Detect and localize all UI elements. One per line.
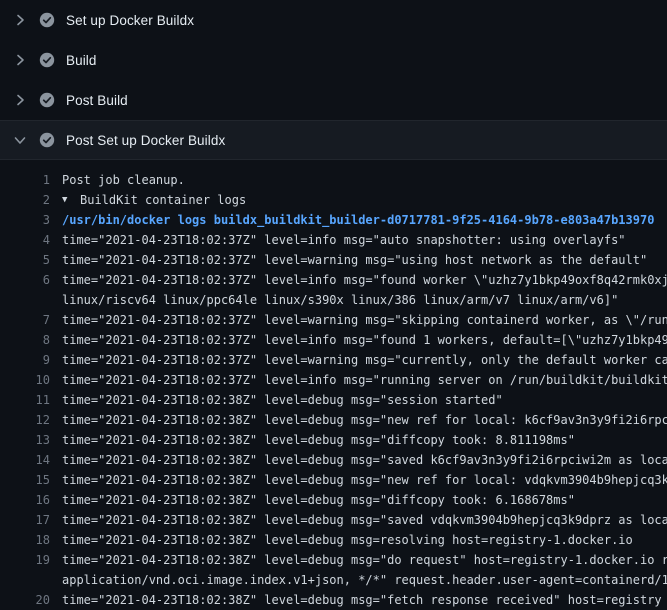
log-line: 20 time="2021-04-23T18:02:38Z" level=deb…: [0, 590, 667, 610]
log-line-text: time="2021-04-23T18:02:38Z" level=debug …: [62, 530, 633, 550]
log-line: 17 time="2021-04-23T18:02:38Z" level=deb…: [0, 510, 667, 530]
group-toggle-icon[interactable]: ▼: [62, 190, 74, 210]
log-line-text: time="2021-04-23T18:02:37Z" level=info m…: [62, 230, 626, 250]
log-line-number: [0, 290, 50, 310]
log-line-text: time="2021-04-23T18:02:37Z" level=info m…: [62, 270, 667, 290]
check-circle-icon: [39, 92, 55, 108]
log-line: 16 time="2021-04-23T18:02:38Z" level=deb…: [0, 490, 667, 510]
log-line: 11 time="2021-04-23T18:02:38Z" level=deb…: [0, 390, 667, 410]
log-line-number[interactable]: 17: [0, 510, 50, 530]
step-title: Build: [66, 53, 97, 68]
log-line-text: time="2021-04-23T18:02:38Z" level=debug …: [62, 470, 667, 490]
step-header-post-build[interactable]: Post Build: [0, 80, 667, 120]
log-line-number[interactable]: 13: [0, 430, 50, 450]
step-header-build[interactable]: Build: [0, 40, 667, 80]
log-line-text: time="2021-04-23T18:02:38Z" level=debug …: [62, 510, 667, 530]
log-line: 18 time="2021-04-23T18:02:38Z" level=deb…: [0, 530, 667, 550]
log-line-number[interactable]: 15: [0, 470, 50, 490]
log-line-number[interactable]: 5: [0, 250, 50, 270]
check-circle-icon: [39, 12, 55, 28]
log-line-number[interactable]: 16: [0, 490, 50, 510]
log-line-number[interactable]: 7: [0, 310, 50, 330]
log-line-text: /usr/bin/docker logs buildx_buildkit_bui…: [62, 210, 654, 230]
log-line-text: time="2021-04-23T18:02:37Z" level=warnin…: [62, 310, 667, 330]
log-line-continuation: application/vnd.oci.image.index.v1+json,…: [0, 570, 667, 590]
log-line-text: time="2021-04-23T18:02:38Z" level=debug …: [62, 450, 667, 470]
step-title: Post Set up Docker Buildx: [66, 133, 225, 148]
log-line-text: time="2021-04-23T18:02:38Z" level=debug …: [62, 550, 667, 570]
log-line-text: time="2021-04-23T18:02:37Z" level=warnin…: [62, 350, 667, 370]
log-line-number[interactable]: 10: [0, 370, 50, 390]
log-line: 5 time="2021-04-23T18:02:37Z" level=warn…: [0, 250, 667, 270]
log-line-text: linux/riscv64 linux/ppc64le linux/s390x …: [62, 290, 618, 310]
log-line: 4 time="2021-04-23T18:02:37Z" level=info…: [0, 230, 667, 250]
log-line-number[interactable]: 18: [0, 530, 50, 550]
log-line: 13 time="2021-04-23T18:02:38Z" level=deb…: [0, 430, 667, 450]
check-circle-icon: [39, 52, 55, 68]
log-viewer: 1 Post job cleanup. 2 ▼ BuildKit containe…: [0, 160, 667, 610]
log-line-number[interactable]: 12: [0, 410, 50, 430]
log-line-number[interactable]: 3: [0, 210, 50, 230]
chevron-right-icon: [12, 12, 28, 28]
log-line-text: BuildKit container logs: [80, 190, 246, 210]
log-line: 15 time="2021-04-23T18:02:38Z" level=deb…: [0, 470, 667, 490]
log-line-text: time="2021-04-23T18:02:37Z" level=info m…: [62, 370, 667, 390]
log-line-text: time="2021-04-23T18:02:38Z" level=debug …: [62, 490, 575, 510]
log-line-text: time="2021-04-23T18:02:38Z" level=debug …: [62, 390, 503, 410]
log-line-number[interactable]: 14: [0, 450, 50, 470]
log-line-number[interactable]: 11: [0, 390, 50, 410]
step-title: Set up Docker Buildx: [66, 13, 194, 28]
log-line-number[interactable]: 4: [0, 230, 50, 250]
log-line-number[interactable]: 6: [0, 270, 50, 290]
step-header-set-up-docker-buildx[interactable]: Set up Docker Buildx: [0, 0, 667, 40]
log-line-text: application/vnd.oci.image.index.v1+json,…: [62, 570, 667, 590]
log-line-number[interactable]: 9: [0, 350, 50, 370]
log-line: 7 time="2021-04-23T18:02:37Z" level=warn…: [0, 310, 667, 330]
log-line: 1 Post job cleanup.: [0, 170, 667, 190]
log-line-number[interactable]: 8: [0, 330, 50, 350]
log-line-text: Post job cleanup.: [62, 170, 185, 190]
log-line: 12 time="2021-04-23T18:02:38Z" level=deb…: [0, 410, 667, 430]
step-header-post-set-up-docker-buildx[interactable]: Post Set up Docker Buildx: [0, 120, 667, 160]
log-line: 14 time="2021-04-23T18:02:38Z" level=deb…: [0, 450, 667, 470]
steps-list: Set up Docker Buildx Build Post Buil: [0, 0, 667, 160]
log-line-number[interactable]: 20: [0, 590, 50, 610]
check-circle-icon: [39, 132, 55, 148]
log-line-text: time="2021-04-23T18:02:38Z" level=debug …: [62, 430, 575, 450]
log-line-number: [0, 570, 50, 590]
log-line: 2 ▼ BuildKit container logs: [0, 190, 667, 210]
log-line-text: time="2021-04-23T18:02:37Z" level=info m…: [62, 330, 667, 350]
log-line-continuation: linux/riscv64 linux/ppc64le linux/s390x …: [0, 290, 667, 310]
log-line: 6 time="2021-04-23T18:02:37Z" level=info…: [0, 270, 667, 290]
chevron-right-icon: [12, 92, 28, 108]
log-line-text: time="2021-04-23T18:02:37Z" level=warnin…: [62, 250, 647, 270]
log-line: 19 time="2021-04-23T18:02:38Z" level=deb…: [0, 550, 667, 570]
chevron-right-icon: [12, 52, 28, 68]
log-line-number[interactable]: 1: [0, 170, 50, 190]
log-line: 3 /usr/bin/docker logs buildx_buildkit_b…: [0, 210, 667, 230]
log-line-number[interactable]: 19: [0, 550, 50, 570]
step-title: Post Build: [66, 93, 128, 108]
log-line: 8 time="2021-04-23T18:02:37Z" level=info…: [0, 330, 667, 350]
workflow-log-panel: Set up Docker Buildx Build Post Buil: [0, 0, 667, 610]
log-line: 10 time="2021-04-23T18:02:37Z" level=inf…: [0, 370, 667, 390]
log-line-number[interactable]: 2: [0, 190, 50, 210]
chevron-down-icon: [12, 132, 28, 148]
log-line-text: time="2021-04-23T18:02:38Z" level=debug …: [62, 590, 662, 610]
log-line: 9 time="2021-04-23T18:02:37Z" level=warn…: [0, 350, 667, 370]
log-line-text: time="2021-04-23T18:02:38Z" level=debug …: [62, 410, 667, 430]
